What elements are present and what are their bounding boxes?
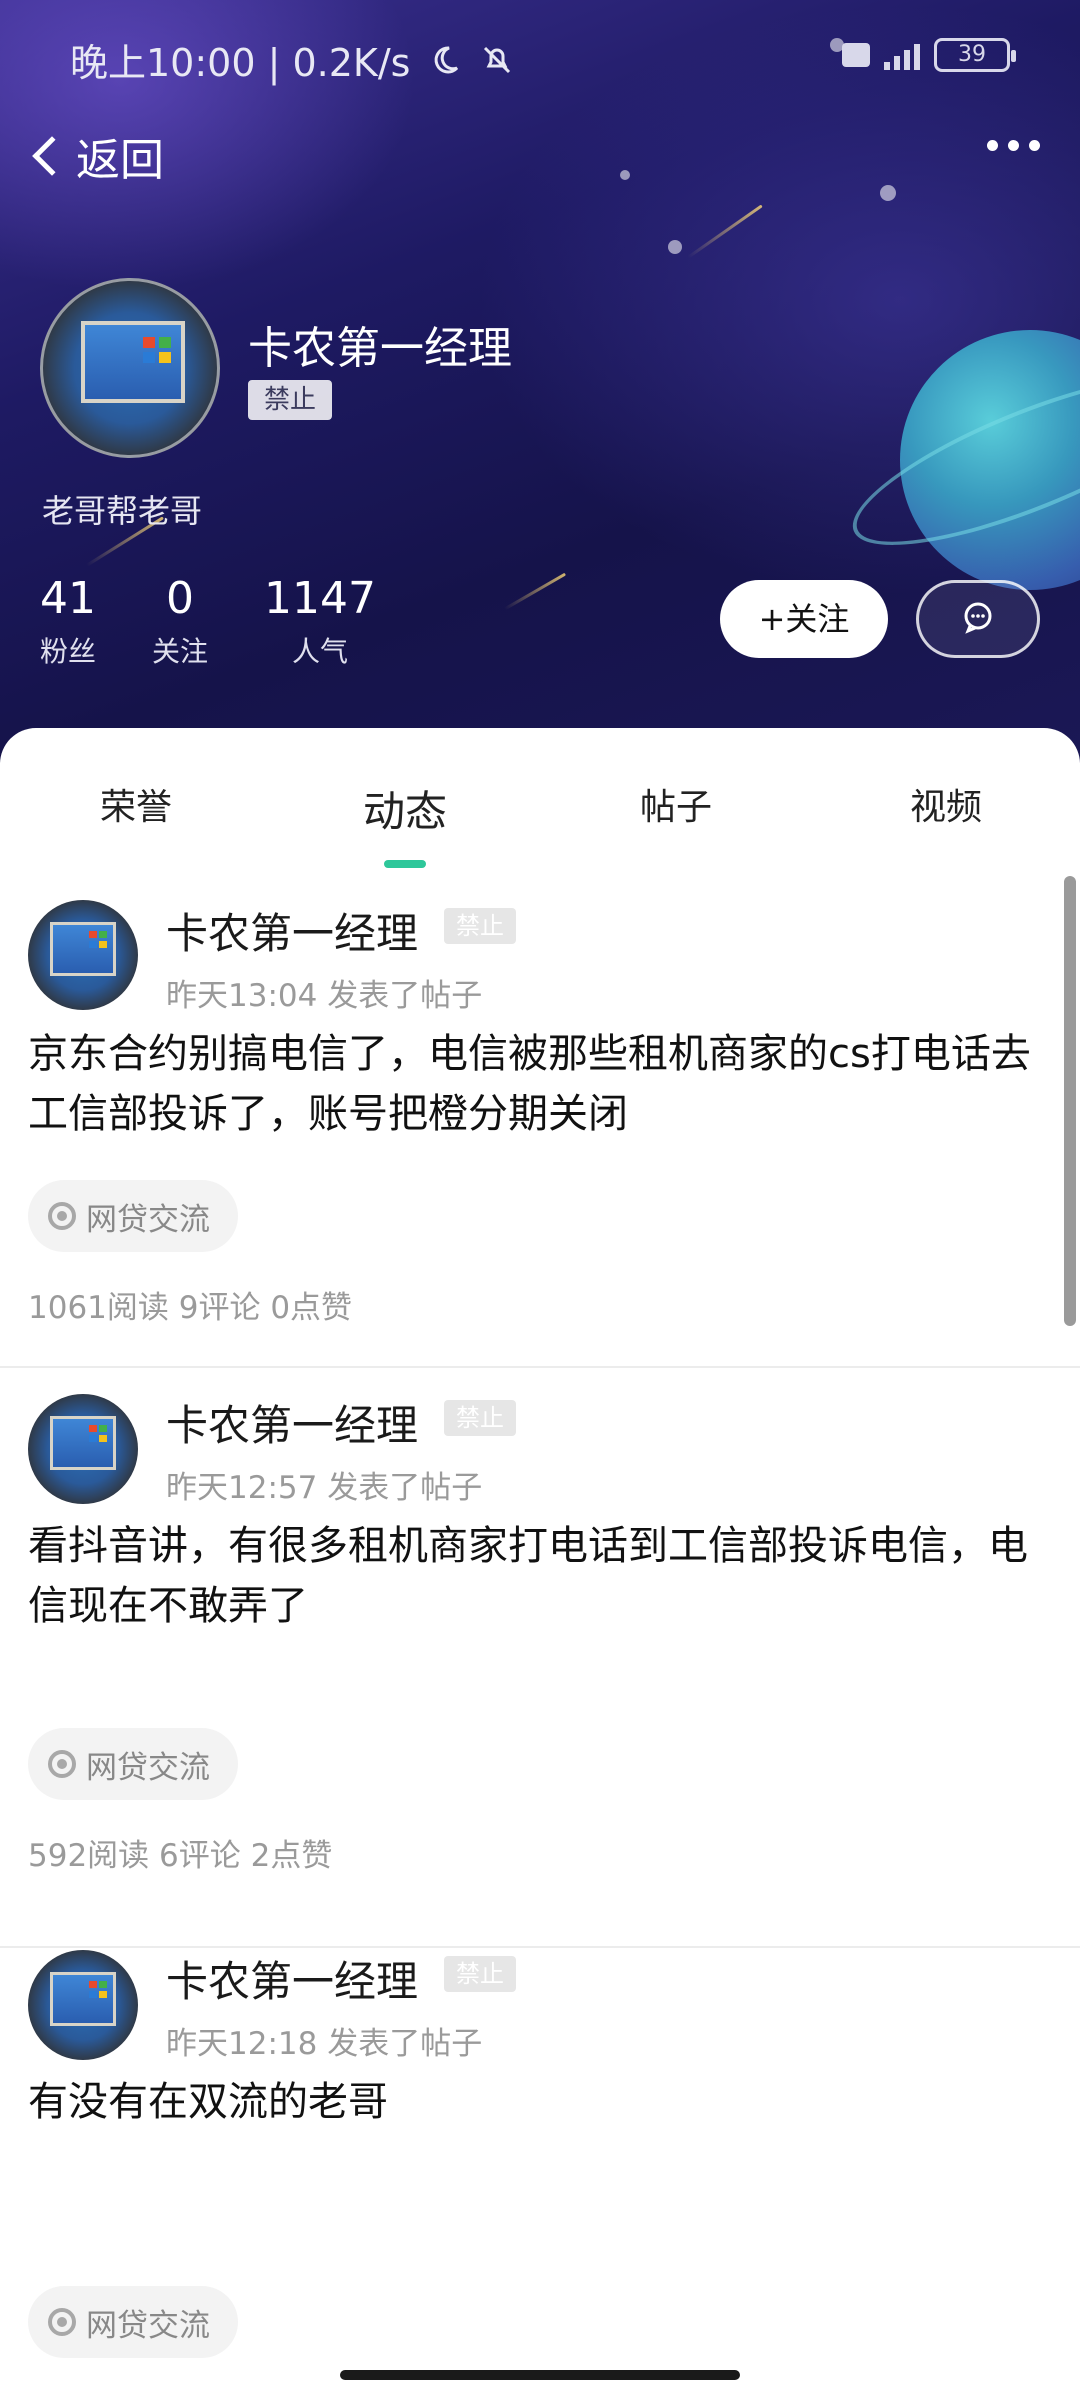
moon-icon: [429, 41, 461, 85]
status-badge: 禁止: [248, 380, 333, 420]
stat-followers[interactable]: 41 粉丝: [40, 572, 96, 670]
topic-tag[interactable]: 网贷交流: [28, 1180, 238, 1252]
post-text[interactable]: 有没有在双流的老哥: [28, 2072, 1048, 2132]
stat-value: 1147: [264, 573, 377, 624]
avatar[interactable]: [28, 1394, 138, 1504]
tab-activity[interactable]: 动态: [305, 778, 505, 839]
windows-logo-icon: [89, 931, 107, 948]
active-tab-indicator: [384, 860, 426, 868]
hd-icon: [842, 43, 870, 67]
tab-honors[interactable]: 荣誉: [36, 778, 236, 830]
shooting-star-decoration: [503, 572, 567, 611]
stat-following[interactable]: 0 关注: [152, 572, 208, 670]
chevron-left-icon: [32, 136, 72, 176]
stat-label: 关注: [152, 635, 209, 668]
message-button[interactable]: [916, 580, 1040, 658]
topic-label: 网贷交流: [86, 2307, 210, 2344]
battery-icon: 39: [934, 38, 1016, 72]
more-dot: [1029, 140, 1040, 151]
more-dot: [1008, 140, 1019, 151]
activity-item[interactable]: 卡农第一经理 禁止 昨天12:18 发表了帖子 有没有在双流的老哥 网贷交流: [0, 1948, 1080, 2400]
avatar[interactable]: [28, 1950, 138, 2060]
topic-label: 网贷交流: [86, 1749, 210, 1786]
post-stats: 1061阅读 9评论 0点赞: [28, 1290, 353, 1326]
post-text[interactable]: 看抖音讲，有很多租机商家打电话到工信部投诉电信，电信现在不敢弄了: [28, 1516, 1048, 1636]
stat-popularity: 1147 人气: [264, 572, 376, 670]
status-indicators: 39: [842, 38, 1016, 72]
stat-label: 人气: [292, 635, 349, 668]
avatar-image: [50, 1416, 116, 1470]
topic-ring-icon: [48, 1750, 76, 1778]
post-stats: 592阅读 6评论 2点赞: [28, 1838, 333, 1874]
post-meta: 昨天12:18 发表了帖子: [166, 2026, 483, 2062]
post-text[interactable]: 京东合约别搞电信了，电信被那些租机商家的cs打电话去工信部投诉了，账号把橙分期关…: [28, 1024, 1048, 1144]
status-badge: 禁止: [444, 1400, 516, 1436]
profile-bio: 老哥帮老哥: [42, 492, 203, 530]
avatar-image: [50, 1972, 116, 2026]
back-button[interactable]: 返回: [24, 124, 164, 188]
author-name[interactable]: 卡农第一经理: [166, 1392, 418, 1453]
more-dots-icon: [987, 140, 998, 151]
back-label: 返回: [76, 135, 164, 186]
tab-posts[interactable]: 帖子: [576, 778, 776, 830]
profile-avatar[interactable]: [40, 278, 220, 458]
status-bar: 晚上10:00 | 0.2K/s 39: [0, 28, 1080, 88]
profile-stats: 41 粉丝 0 关注 1147 人气: [40, 572, 376, 670]
topic-label: 网贷交流: [86, 1201, 210, 1238]
windows-logo-icon: [89, 1981, 107, 1998]
profile-header: 晚上10:00 | 0.2K/s 39 返回 卡农第一经理 禁止 老哥帮老哥 4…: [0, 0, 1080, 780]
avatar-image: [81, 321, 185, 403]
windows-logo-icon: [143, 337, 171, 363]
status-time-speed: 晚上10:00 | 0.2K/s: [70, 32, 513, 87]
home-indicator[interactable]: [340, 2370, 740, 2380]
star-decoration: [880, 185, 896, 201]
battery-level: 39: [958, 42, 986, 67]
star-decoration: [668, 240, 682, 254]
avatar[interactable]: [28, 900, 138, 1010]
follow-button[interactable]: +关注: [720, 580, 888, 658]
status-text: 晚上10:00 | 0.2K/s: [70, 41, 411, 85]
author-name[interactable]: 卡农第一经理: [166, 1948, 418, 2009]
topic-ring-icon: [48, 1202, 76, 1230]
activity-item[interactable]: 卡农第一经理 禁止 昨天12:57 发表了帖子 看抖音讲，有很多租机商家打电话到…: [0, 1392, 1080, 1948]
bell-off-icon: [481, 41, 513, 85]
topic-tag[interactable]: 网贷交流: [28, 1728, 238, 1800]
signal-icon: [884, 40, 920, 70]
tab-videos[interactable]: 视频: [846, 778, 1046, 830]
more-options-button[interactable]: [987, 140, 1040, 151]
stat-value: 41: [40, 573, 96, 624]
activity-item[interactable]: 卡农第一经理 禁止 昨天13:04 发表了帖子 京东合约别搞电信了，电信被那些租…: [0, 900, 1080, 1368]
profile-tabs: 荣誉 动态 帖子 视频: [0, 778, 1080, 848]
windows-logo-icon: [89, 1425, 107, 1442]
stat-label: 粉丝: [40, 635, 97, 668]
star-decoration: [620, 170, 630, 180]
status-badge: 禁止: [444, 1956, 516, 1992]
status-badge: 禁止: [444, 908, 516, 944]
shooting-star-decoration: [687, 204, 763, 259]
post-meta: 昨天12:57 发表了帖子: [166, 1470, 483, 1506]
author-name[interactable]: 卡农第一经理: [166, 900, 418, 961]
chat-bubble-icon: [961, 600, 995, 638]
topic-tag[interactable]: 网贷交流: [28, 2286, 238, 2358]
post-meta: 昨天13:04 发表了帖子: [166, 978, 483, 1014]
profile-name: 卡农第一经理: [248, 323, 512, 374]
profile-content: 荣誉 动态 帖子 视频 卡农第一经理 禁止 昨天13:04 发表了帖子 京东合约…: [0, 728, 1080, 2400]
stat-value: 0: [166, 573, 195, 624]
topic-ring-icon: [48, 2308, 76, 2336]
avatar-image: [50, 922, 116, 976]
